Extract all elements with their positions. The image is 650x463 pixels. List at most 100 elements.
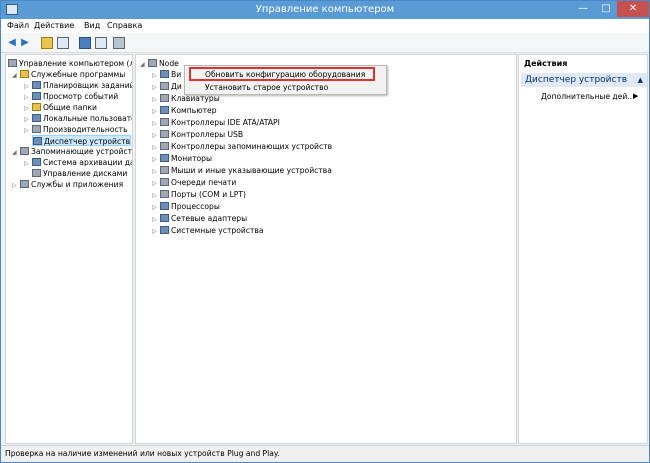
device-category[interactable]: ▷ Мониторы bbox=[152, 153, 212, 164]
tree-item-system-tools[interactable]: ◢ Служебные программы bbox=[12, 69, 125, 80]
tree-item-backup[interactable]: ▷ Система архивации да bbox=[24, 157, 132, 169]
more-actions-item[interactable]: Дополнительные дей... ▶ bbox=[541, 92, 638, 101]
properties-icon[interactable] bbox=[79, 37, 91, 49]
menu-view[interactable]: Вид bbox=[84, 21, 100, 30]
menu-bar: Файл Действие Вид Справка bbox=[1, 19, 649, 33]
device-category[interactable]: ▷ Мыши и иные указывающие устройства bbox=[152, 165, 332, 176]
back-arrow-icon[interactable]: ◀ bbox=[6, 37, 18, 49]
tools-icon bbox=[20, 70, 29, 78]
computer-management-icon bbox=[8, 59, 17, 67]
device-category[interactable]: ▷ Контроллеры IDE ATA/ATAPI bbox=[152, 117, 280, 128]
expand-icon[interactable]: ▷ bbox=[152, 214, 160, 225]
ide-controller-icon bbox=[160, 118, 169, 126]
expand-icon[interactable]: ▷ bbox=[152, 70, 160, 81]
tree-item-task-scheduler[interactable]: ▷ Планировщик заданий bbox=[24, 80, 132, 91]
expand-icon[interactable]: ▷ bbox=[152, 202, 160, 213]
expand-icon[interactable]: ▷ bbox=[152, 130, 160, 141]
expand-icon[interactable]: ▷ bbox=[152, 190, 160, 201]
scan-hardware-icon[interactable] bbox=[113, 37, 125, 49]
computer-icon bbox=[148, 59, 157, 67]
actions-pane: Действия Диспетчер устройств ▲ Дополните… bbox=[518, 54, 648, 444]
device-category-icon bbox=[160, 70, 169, 78]
window-title: Управление компьютером bbox=[255, 4, 395, 15]
close-button[interactable]: ✕ bbox=[617, 1, 649, 17]
device-category[interactable]: ▷ Ви bbox=[152, 69, 181, 80]
menu-item-scan-hardware[interactable]: Обновить конфигурацию оборудования bbox=[187, 68, 384, 81]
printer-icon bbox=[160, 178, 169, 186]
tree-item-device-manager[interactable]: Диспетчер устройств bbox=[32, 135, 132, 146]
expand-icon[interactable]: ▷ bbox=[152, 94, 160, 105]
device-category[interactable]: ▷ Порты (COM и LPT) bbox=[152, 189, 246, 200]
expand-icon[interactable]: ▷ bbox=[152, 106, 160, 117]
navigation-tree: Управление компьютером (л ◢ Служебные про… bbox=[5, 54, 133, 444]
port-icon bbox=[160, 190, 169, 198]
computer-icon bbox=[160, 106, 169, 114]
device-category[interactable]: ▷ Контроллеры USB bbox=[152, 129, 243, 140]
performance-icon bbox=[32, 125, 41, 133]
expand-icon[interactable]: ▷ bbox=[12, 180, 20, 191]
mouse-icon bbox=[160, 166, 169, 174]
expand-icon[interactable]: ▷ bbox=[152, 118, 160, 129]
tree-item-local-users[interactable]: ▷ Локальные пользовате bbox=[24, 113, 132, 124]
tree-item-performance[interactable]: ▷ Производительность bbox=[24, 124, 128, 135]
tree-item-disk-management[interactable]: Управление дисками bbox=[32, 168, 127, 179]
storage-controller-icon bbox=[160, 142, 169, 150]
expand-icon[interactable]: ▷ bbox=[152, 82, 160, 93]
tree-item-services[interactable]: ▷ Службы и приложения bbox=[12, 179, 123, 190]
collapse-icon[interactable]: ◢ bbox=[12, 147, 20, 158]
computer-management-window: Управление компьютером — □ ✕ Файл Действ… bbox=[0, 0, 650, 463]
folder-up-icon[interactable] bbox=[41, 37, 53, 49]
expand-icon[interactable]: ▷ bbox=[152, 166, 160, 177]
tree-item-shared-folders[interactable]: ▷ Общие папки bbox=[24, 102, 97, 113]
menu-file[interactable]: Файл bbox=[7, 21, 29, 30]
device-category[interactable]: ▷ Ди bbox=[152, 81, 182, 92]
menu-help[interactable]: Справка bbox=[107, 21, 142, 30]
status-text: Проверка на наличие изменений или новых … bbox=[5, 449, 280, 458]
storage-icon bbox=[20, 147, 29, 155]
event-viewer-icon bbox=[32, 92, 41, 100]
forward-arrow-icon[interactable]: ▶ bbox=[19, 37, 31, 49]
maximize-button[interactable]: □ bbox=[595, 1, 617, 17]
tree-item-storage[interactable]: ◢ Запоминающие устройст bbox=[12, 146, 132, 157]
menu-action[interactable]: Действие bbox=[34, 21, 74, 30]
expand-icon[interactable]: ▷ bbox=[24, 158, 32, 169]
device-manager-icon bbox=[33, 137, 42, 145]
device-category[interactable]: ▷ Процессоры bbox=[152, 201, 220, 212]
expand-icon[interactable]: ▷ bbox=[152, 178, 160, 189]
collapse-arrow-icon[interactable]: ▲ bbox=[638, 73, 643, 87]
collapse-icon[interactable]: ◢ bbox=[12, 70, 20, 81]
expand-icon[interactable]: ▷ bbox=[152, 226, 160, 237]
monitor-icon bbox=[160, 154, 169, 162]
device-category[interactable]: ▷ Очереди печати bbox=[152, 177, 236, 188]
device-category[interactable]: ▷ Системные устройства bbox=[152, 225, 264, 236]
system-devices-icon bbox=[160, 226, 169, 234]
context-menu: Обновить конфигурацию оборудования Устан… bbox=[184, 65, 387, 95]
expand-icon[interactable]: ▷ bbox=[152, 142, 160, 153]
tree-item-computer-management[interactable]: Управление компьютером (л bbox=[8, 58, 132, 69]
services-icon bbox=[20, 180, 29, 188]
processor-icon bbox=[160, 202, 169, 210]
show-hide-tree-icon[interactable] bbox=[57, 37, 69, 49]
device-category[interactable]: ▷ Сетевые адаптеры bbox=[152, 213, 247, 224]
tree-item-event-viewer[interactable]: ▷ Просмотр событий bbox=[24, 91, 118, 102]
actions-group-device-manager[interactable]: Диспетчер устройств ▲ bbox=[521, 73, 647, 87]
title-bar[interactable]: Управление компьютером — □ ✕ bbox=[1, 1, 649, 19]
users-icon bbox=[32, 114, 41, 122]
expand-icon[interactable]: ▷ bbox=[24, 125, 32, 136]
network-adapter-icon bbox=[160, 214, 169, 222]
device-root[interactable]: ◢ Node bbox=[140, 58, 179, 69]
actions-header: Действия bbox=[519, 57, 647, 71]
keyboard-icon bbox=[160, 94, 169, 102]
device-category[interactable]: ▷ Контроллеры запоминающих устройств bbox=[152, 141, 332, 152]
collapse-icon[interactable]: ◢ bbox=[140, 59, 148, 70]
expand-icon[interactable]: ▷ bbox=[152, 154, 160, 165]
minimize-button[interactable]: — bbox=[571, 1, 595, 17]
status-bar: Проверка на наличие изменений или новых … bbox=[1, 445, 649, 462]
toolbar: ◀ ▶ bbox=[1, 33, 649, 53]
shared-folder-icon bbox=[32, 103, 41, 111]
help-icon[interactable] bbox=[95, 37, 107, 49]
disk-management-icon bbox=[32, 169, 41, 177]
device-category[interactable]: ▷ Компьютер bbox=[152, 105, 217, 116]
menu-item-add-legacy-hardware[interactable]: Установить старое устройство bbox=[187, 81, 384, 94]
backup-icon bbox=[32, 158, 41, 166]
